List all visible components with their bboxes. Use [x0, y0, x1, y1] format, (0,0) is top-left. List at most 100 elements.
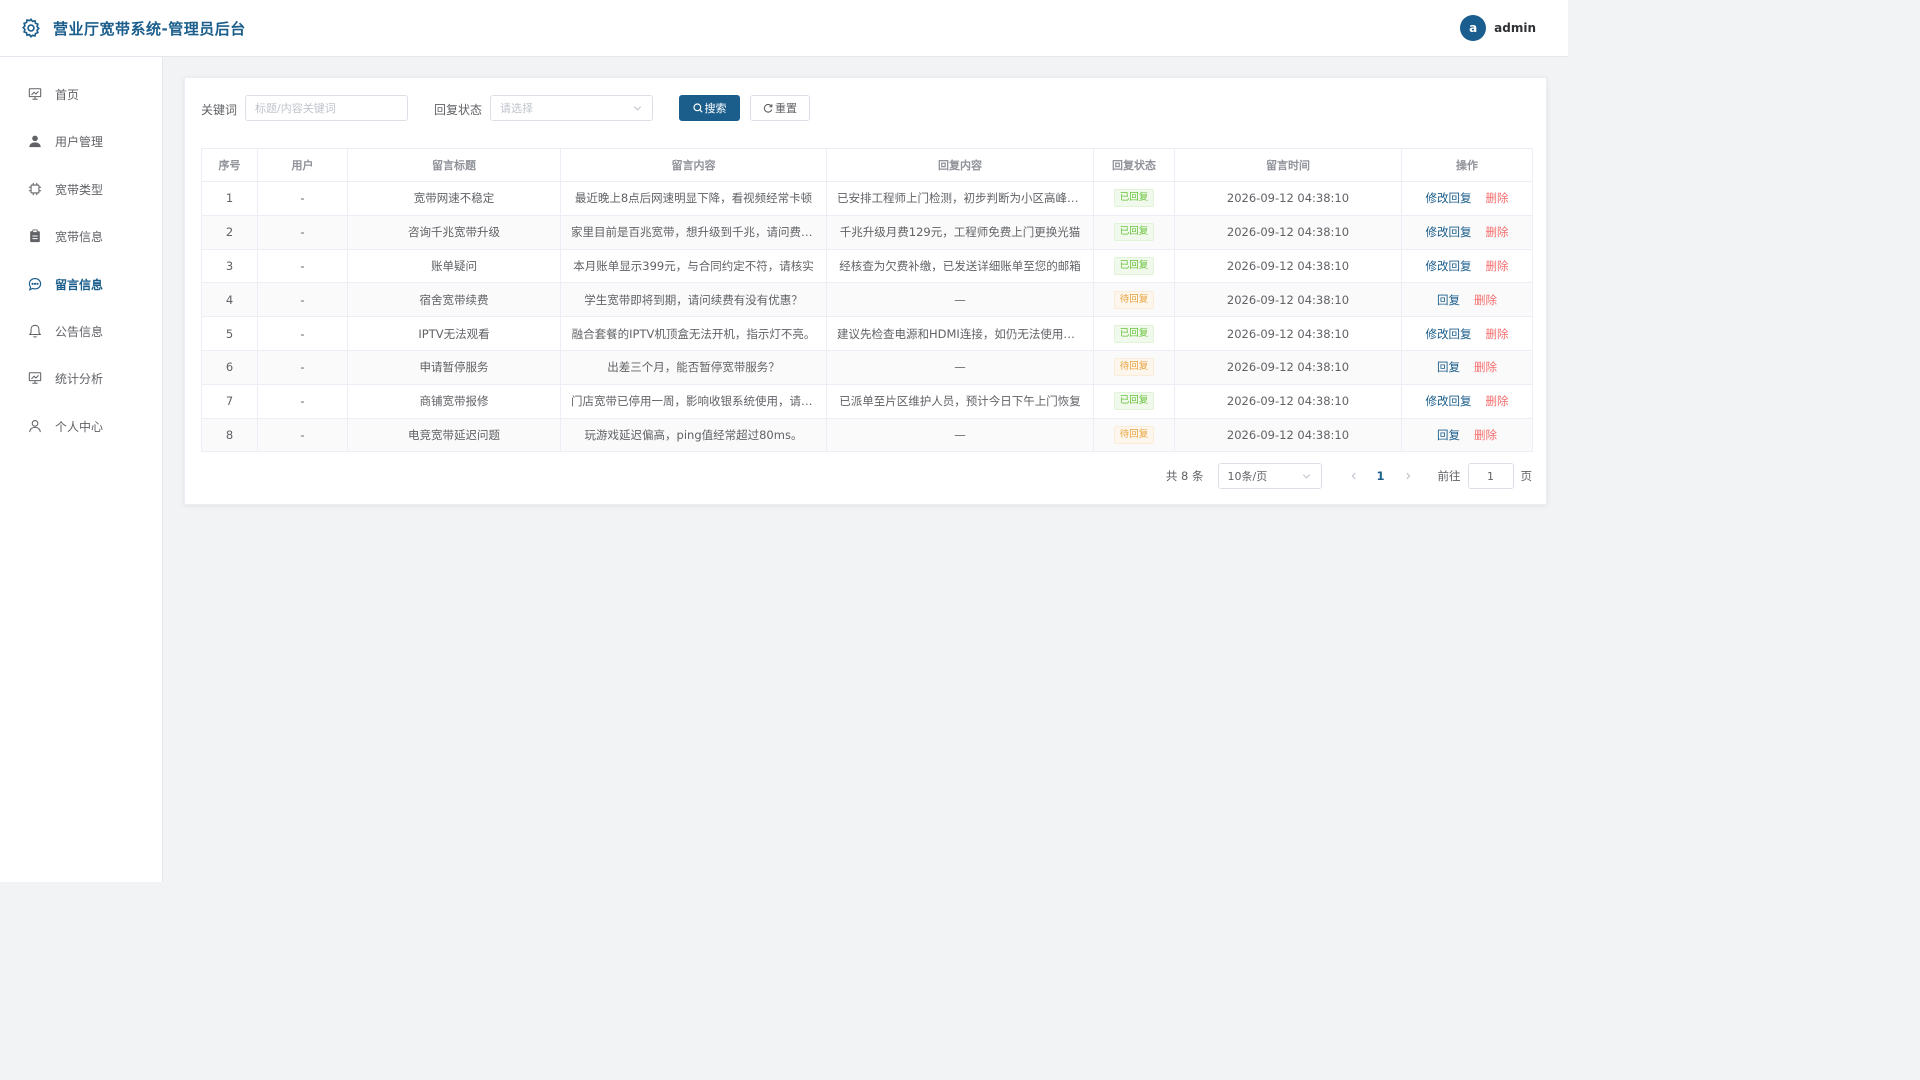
- edit-reply-button[interactable]: 修改回复: [1426, 394, 1472, 408]
- cell-user: -: [257, 282, 348, 318]
- cell-content: 家里目前是百兆宽带，想升级到千兆，请问费用多少: [560, 214, 827, 250]
- cell-title: 宽带网速不稳定: [347, 181, 561, 216]
- cell-user: -: [257, 248, 348, 284]
- col-header-actions: 操作: [1401, 148, 1533, 182]
- keyword-input[interactable]: 标题/内容关键词: [245, 95, 408, 121]
- sidebar-item-broadband-info[interactable]: 宽带信息: [0, 216, 162, 256]
- cell-status: 已回复: [1093, 214, 1175, 250]
- reply-button[interactable]: 回复: [1437, 360, 1460, 374]
- bell-icon: [28, 324, 42, 338]
- cell-time: 2026-09-12 04:38:10: [1174, 282, 1402, 318]
- sidebar-item-messages[interactable]: 留言信息: [0, 264, 162, 304]
- sidebar-item-profile[interactable]: 个人中心: [0, 406, 162, 446]
- cell-no: 5: [201, 316, 258, 351]
- next-page-button[interactable]: [1396, 469, 1420, 483]
- page-size-select[interactable]: 10条/页: [1217, 463, 1322, 489]
- cell-reply: 经核查为欠费补缴，已发送详细账单至您的邮箱: [826, 248, 1094, 284]
- cell-status: 已回复: [1093, 383, 1175, 419]
- search-button[interactable]: 搜索: [679, 95, 740, 121]
- keyword-label: 关键词: [201, 103, 238, 117]
- goto-page-value: 1: [1487, 469, 1494, 483]
- edit-reply-button[interactable]: 修改回复: [1426, 191, 1472, 205]
- cell-time: 2026-09-12 04:38:10: [1174, 417, 1402, 453]
- cell-reply: —: [826, 282, 1094, 318]
- col-header-status: 回复状态: [1093, 148, 1175, 182]
- chevron-left-icon: [1351, 472, 1356, 480]
- table-row: 3 - 账单疑问 本月账单显示399元，与合同约定不符，请核实 经核查为欠费补缴…: [201, 248, 1533, 284]
- chevron-down-icon: [633, 106, 642, 111]
- refresh-icon: [763, 103, 773, 113]
- sidebar: 首页 用户管理 宽带类型 宽带信息 留言信息 公告信息 统计分析 个人中心: [0, 57, 163, 882]
- sidebar-item-statistics[interactable]: 统计分析: [0, 358, 162, 398]
- message-table: 序号 用户 留言标题 留言内容 回复内容 回复状态 留言时间 操作 1 - 宽带…: [201, 148, 1533, 453]
- sidebar-item-broadband-types[interactable]: 宽带类型: [0, 169, 162, 209]
- edit-reply-button[interactable]: 修改回复: [1426, 259, 1472, 273]
- chart-icon: [28, 372, 42, 384]
- col-header-no: 序号: [201, 148, 258, 182]
- edit-reply-button[interactable]: 修改回复: [1426, 327, 1472, 341]
- table-row: 2 - 咨询千兆宽带升级 家里目前是百兆宽带，想升级到千兆，请问费用多少 千兆升…: [201, 214, 1533, 250]
- cell-actions: 修改回复 删除: [1401, 383, 1533, 419]
- delete-button[interactable]: 删除: [1474, 360, 1497, 374]
- cell-title: IPTV无法观看: [347, 316, 561, 351]
- user-menu[interactable]: a admin: [1460, 15, 1536, 41]
- status-badge: 已回复: [1113, 392, 1155, 411]
- cell-content: 出差三个月，能否暂停宽带服务？: [560, 349, 827, 385]
- cell-title: 电竞宽带延迟问题: [347, 417, 561, 453]
- cell-title: 商铺宽带报修: [347, 383, 561, 419]
- delete-button[interactable]: 删除: [1486, 394, 1509, 408]
- sidebar-item-notices[interactable]: 公告信息: [0, 311, 162, 351]
- cell-no: 6: [201, 349, 258, 385]
- cell-content: 学生宽带即将到期，请问续费有没有优惠？: [560, 282, 827, 318]
- cell-reply: 建议先检查电源和HDMI连接，如仍无法使用请报修: [826, 316, 1094, 351]
- table-row: 4 - 宿舍宽带续费 学生宽带即将到期，请问续费有没有优惠？ — 待回复 202…: [201, 282, 1533, 318]
- cell-time: 2026-09-12 04:38:10: [1174, 181, 1402, 216]
- cell-actions: 修改回复 删除: [1401, 316, 1533, 351]
- avatar[interactable]: a: [1460, 15, 1487, 41]
- cell-actions: 修改回复 删除: [1401, 248, 1533, 284]
- edit-reply-button[interactable]: 修改回复: [1426, 225, 1472, 239]
- gear-icon: [22, 18, 40, 38]
- username[interactable]: admin: [1494, 21, 1536, 35]
- clipboard-icon: [30, 229, 40, 243]
- reply-button[interactable]: 回复: [1437, 428, 1460, 442]
- delete-button[interactable]: 删除: [1486, 191, 1509, 205]
- cell-content: 本月账单显示399元，与合同约定不符，请核实: [560, 248, 827, 284]
- table-row: 8 - 电竞宽带延迟问题 玩游戏延迟偏高，ping值经常超过80ms。 — 待回…: [201, 417, 1533, 453]
- chevron-down-icon: [1302, 474, 1310, 479]
- status-badge: 已回复: [1113, 223, 1155, 242]
- reply-status-select[interactable]: 请选择: [490, 95, 653, 121]
- reply-button[interactable]: 回复: [1437, 293, 1460, 307]
- prev-page-button[interactable]: [1342, 469, 1366, 483]
- cell-no: 2: [201, 214, 258, 250]
- status-badge: 待回复: [1113, 358, 1155, 377]
- delete-button[interactable]: 删除: [1486, 225, 1509, 239]
- sidebar-item-label: 个人中心: [55, 419, 104, 434]
- delete-button[interactable]: 删除: [1474, 428, 1497, 442]
- cell-user: -: [257, 349, 348, 385]
- search-button-label: 搜索: [704, 102, 727, 115]
- cell-title: 宿舍宽带续费: [347, 282, 561, 318]
- sidebar-item-home[interactable]: 首页: [0, 74, 162, 114]
- cell-content: 门店宽带已停用一周，影响收银系统使用，请尽快处理: [560, 383, 827, 419]
- goto-page-input[interactable]: 1: [1467, 463, 1514, 489]
- sidebar-item-users[interactable]: 用户管理: [0, 121, 162, 161]
- cell-reply: —: [826, 349, 1094, 385]
- table-row: 7 - 商铺宽带报修 门店宽带已停用一周，影响收银系统使用，请尽快处理 已派单至…: [201, 383, 1533, 419]
- chip-icon: [28, 182, 42, 196]
- cell-user: -: [257, 316, 348, 351]
- delete-button[interactable]: 删除: [1474, 293, 1497, 307]
- cell-time: 2026-09-12 04:38:10: [1174, 248, 1402, 284]
- user-icon: [29, 135, 41, 148]
- cell-time: 2026-09-12 04:38:10: [1174, 349, 1402, 385]
- reset-button[interactable]: 重置: [750, 95, 810, 121]
- page-number[interactable]: 1: [1366, 469, 1396, 483]
- delete-button[interactable]: 删除: [1486, 259, 1509, 273]
- status-badge: 已回复: [1113, 189, 1155, 208]
- sidebar-item-label: 公告信息: [55, 324, 104, 339]
- cell-reply: —: [826, 417, 1094, 453]
- cell-content: 最近晚上8点后网速明显下降，看视频经常卡顿: [560, 181, 827, 216]
- reply-status-placeholder: 请选择: [500, 102, 533, 115]
- cell-title: 咨询千兆宽带升级: [347, 214, 561, 250]
- delete-button[interactable]: 删除: [1486, 327, 1509, 341]
